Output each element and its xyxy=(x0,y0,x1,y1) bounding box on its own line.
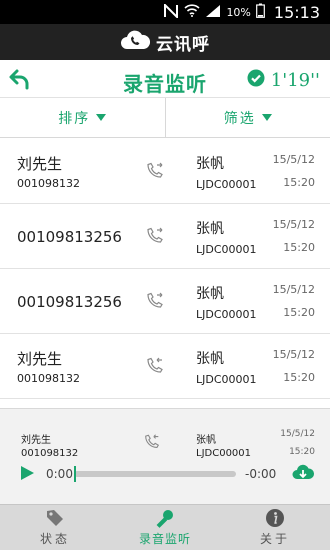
elapsed-time: 0:00 xyxy=(46,467,73,481)
agent-info: 张帆 LJDC00001 xyxy=(196,348,257,386)
record-date: 15/5/12 xyxy=(272,348,315,361)
incoming-call-icon xyxy=(143,433,161,451)
agent-name: 张帆 xyxy=(196,286,224,302)
call-timer: 1'19'' xyxy=(247,69,320,92)
list-item[interactable]: 刘先生 001098132 张帆 LJDC00001 15/5/12 15:20 xyxy=(0,334,330,399)
record-time: 15:20 xyxy=(283,176,315,189)
caller-info: 刘先生 001098132 xyxy=(17,348,80,385)
outgoing-call-icon xyxy=(145,161,165,181)
caller-name: 刘先生 xyxy=(17,350,63,368)
caller-info: 刘先生 001098132 xyxy=(17,153,80,190)
tab-status[interactable]: 状态 xyxy=(0,505,110,550)
tab-label: 录音监听 xyxy=(138,532,191,546)
agent-info: 张帆 LJDC00001 xyxy=(196,153,257,191)
sort-dropdown[interactable]: 排序 xyxy=(0,98,165,137)
player-agent-info: 张帆 LJDC00001 xyxy=(196,431,251,459)
tab-about[interactable]: 关于 xyxy=(220,505,330,550)
list-item[interactable]: 刘先生 001098132 张帆 LJDC00001 15/5/12 15:20 xyxy=(0,139,330,204)
agent-name: 张帆 xyxy=(196,221,224,237)
player-caller-name: 刘先生 xyxy=(21,435,51,446)
progress-thumb[interactable] xyxy=(74,466,76,482)
timer-value: 1'19'' xyxy=(270,70,320,91)
record-date: 15/5/12 xyxy=(272,153,315,166)
player-caller-info: 刘先生 001098132 xyxy=(21,431,78,459)
tab-label: 状态 xyxy=(39,532,70,546)
app-name: 云讯呼 xyxy=(156,34,210,55)
player-caller-number: 001098132 xyxy=(21,448,79,459)
caller-number: 00109813256 xyxy=(17,228,122,246)
agent-id: LJDC00001 xyxy=(196,373,257,386)
incoming-call-icon xyxy=(145,356,165,376)
status-time: 15:13 xyxy=(273,2,320,22)
recording-list: 刘先生 001098132 张帆 LJDC00001 15/5/12 15:20… xyxy=(0,139,330,399)
signal-icon xyxy=(205,4,221,21)
list-item[interactable]: 00109813256 张帆 LJDC00001 15/5/12 15:20 xyxy=(0,204,330,269)
record-date: 15/5/12 xyxy=(272,283,315,296)
microphone-icon xyxy=(155,508,175,528)
player-agent-id: LJDC00001 xyxy=(196,448,252,459)
agent-info: 张帆 LJDC00001 xyxy=(196,218,257,256)
remaining-time: -0:00 xyxy=(245,467,277,481)
battery-percent: 10% xyxy=(226,5,251,19)
record-date: 15/5/12 xyxy=(272,218,315,231)
outgoing-call-icon xyxy=(145,291,165,311)
record-time: 15:20 xyxy=(283,306,315,319)
caller-name: 刘先生 xyxy=(17,155,63,173)
agent-name: 张帆 xyxy=(196,156,224,172)
bottom-tab-bar: 状态 录音监听 关于 xyxy=(0,504,330,550)
caller-info: 00109813256 xyxy=(17,228,122,246)
check-circle-icon xyxy=(247,69,265,92)
record-time: 15:20 xyxy=(283,241,315,254)
filter-dropdown[interactable]: 筛选 xyxy=(164,98,330,137)
filter-label: 筛选 xyxy=(223,110,256,127)
cloud-download-icon[interactable] xyxy=(292,463,315,483)
status-bar: 10% 15:13 xyxy=(0,0,330,24)
title-bar: 录音监听 1'19'' xyxy=(0,60,330,98)
caret-down-icon xyxy=(261,114,272,121)
wifi-icon xyxy=(184,4,200,20)
player-time: 15:20 xyxy=(289,447,315,457)
caller-number: 001098132 xyxy=(17,177,80,190)
agent-id: LJDC00001 xyxy=(196,243,257,256)
battery-icon xyxy=(255,3,265,21)
sort-label: 排序 xyxy=(58,110,91,127)
player-agent-name: 张帆 xyxy=(196,435,216,446)
caller-info: 00109813256 xyxy=(17,293,122,311)
cloud-phone-logo-icon xyxy=(120,29,151,55)
outgoing-call-icon xyxy=(145,226,165,246)
agent-id: LJDC00001 xyxy=(196,308,257,321)
tag-icon xyxy=(45,508,65,528)
filter-bar: 排序 筛选 xyxy=(0,98,330,138)
play-icon[interactable] xyxy=(19,465,35,481)
caller-number: 00109813256 xyxy=(17,293,122,311)
agent-info: 张帆 LJDC00001 xyxy=(196,283,257,321)
tab-recording-monitor[interactable]: 录音监听 xyxy=(110,505,220,550)
player-date: 15/5/12 xyxy=(280,429,315,439)
info-icon xyxy=(265,508,285,528)
n-icon xyxy=(163,2,179,21)
agent-id: LJDC00001 xyxy=(196,178,257,191)
agent-name: 张帆 xyxy=(196,351,224,367)
progress-track[interactable] xyxy=(74,471,236,477)
tab-label: 关于 xyxy=(259,532,290,546)
record-time: 15:20 xyxy=(283,371,315,384)
list-item[interactable]: 00109813256 张帆 LJDC00001 15/5/12 15:20 xyxy=(0,269,330,334)
app-banner: 云讯呼 xyxy=(0,24,330,60)
caret-down-icon xyxy=(96,114,107,121)
audio-player: 刘先生 001098132 张帆 LJDC00001 15/5/12 15:20… xyxy=(0,408,330,504)
caller-number: 001098132 xyxy=(17,372,80,385)
